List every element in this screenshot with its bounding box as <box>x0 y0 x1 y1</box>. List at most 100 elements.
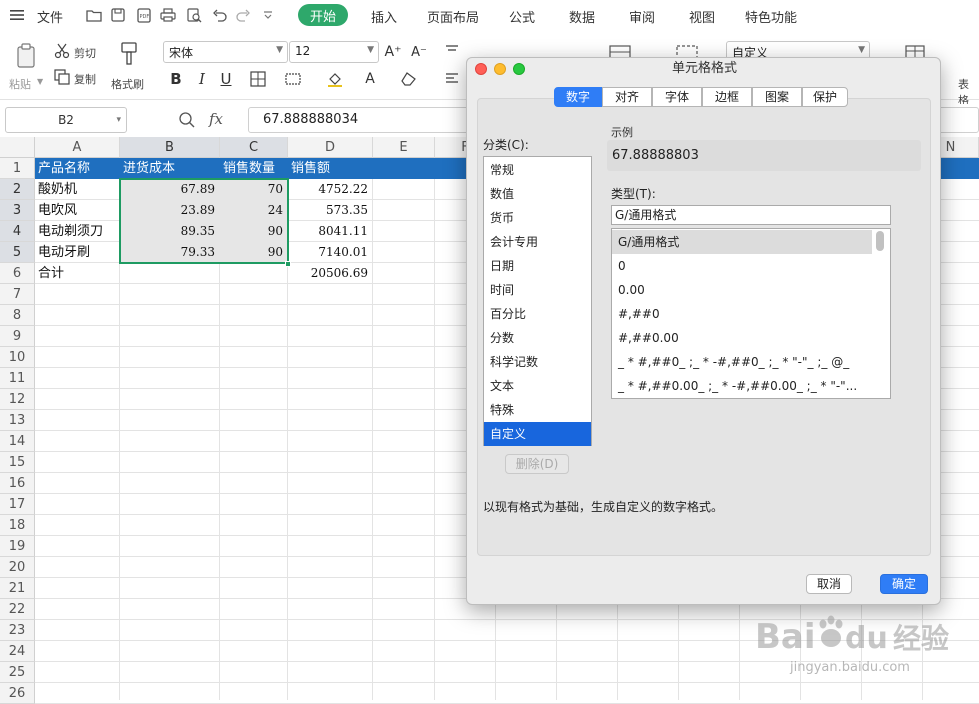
category-item[interactable]: 货币 <box>484 206 591 230</box>
cancel-button[interactable]: 取消 <box>806 574 852 594</box>
decrease-font-icon[interactable]: A⁻ <box>410 43 428 61</box>
row-header[interactable]: 15 <box>0 452 35 473</box>
total-value-cell[interactable]: 20506.69 <box>288 263 373 284</box>
type-list[interactable]: G/通用格式 0 0.00 #,##0 #,##0.00 _ * #,##0_ … <box>611 228 891 399</box>
header-cell[interactable]: 产品名称 <box>38 158 120 179</box>
row-header[interactable]: 9 <box>0 326 35 347</box>
paste-label[interactable]: 粘贴 <box>9 76 31 92</box>
cut-button[interactable]: 剪切 <box>74 45 96 61</box>
numeric-cell[interactable]: 8041.11 <box>288 221 373 242</box>
category-list[interactable]: 常规 数值 货币 会计专用 日期 时间 百分比 分数 科学记数 文本 特殊 自定… <box>483 156 592 446</box>
dialog-tab-font[interactable]: 字体 <box>652 87 702 107</box>
category-item[interactable]: 科学记数 <box>484 350 591 374</box>
row-header[interactable]: 16 <box>0 473 35 494</box>
product-name-cell[interactable]: 电动牙刷 <box>38 242 120 263</box>
type-option[interactable]: _ * #,##0_ ;_ * -#,##0_ ;_ * "-"_ ;_ @_ <box>612 350 872 374</box>
select-all-corner[interactable] <box>0 137 35 158</box>
row-header[interactable]: 7 <box>0 284 35 305</box>
type-input[interactable]: G/通用格式 <box>611 205 891 225</box>
row-header[interactable]: 17 <box>0 494 35 515</box>
hamburger-icon[interactable] <box>10 7 24 23</box>
row-header[interactable]: 25 <box>0 662 35 683</box>
row-header[interactable]: 26 <box>0 683 35 704</box>
type-option[interactable]: G/通用格式 <box>612 230 872 254</box>
column-header[interactable]: E <box>373 137 435 158</box>
font-color-icon[interactable]: A <box>360 70 380 88</box>
dialog-tab-pattern[interactable]: 图案 <box>752 87 802 107</box>
tab-review[interactable]: 审阅 <box>629 7 655 26</box>
numeric-cell[interactable]: 7140.01 <box>288 242 373 263</box>
type-option[interactable]: 0 <box>612 254 872 278</box>
row-header[interactable]: 10 <box>0 347 35 368</box>
tab-page-layout[interactable]: 页面布局 <box>427 7 479 26</box>
row-header[interactable]: 19 <box>0 536 35 557</box>
underline-icon[interactable]: U <box>217 70 235 88</box>
paste-dropdown-icon[interactable]: ▼ <box>37 77 43 86</box>
type-list-scrollbar[interactable] <box>876 231 884 251</box>
category-item[interactable]: 常规 <box>484 158 591 182</box>
name-box[interactable]: B2 ▾ <box>5 107 127 133</box>
category-item[interactable]: 特殊 <box>484 398 591 422</box>
product-name-cell[interactable]: 电动剃须刀 <box>38 221 120 242</box>
category-item[interactable]: 日期 <box>484 254 591 278</box>
italic-icon[interactable]: I <box>193 70 211 88</box>
copy-button[interactable]: 复制 <box>74 71 96 87</box>
delete-format-button[interactable]: 删除(D) <box>505 454 569 474</box>
type-option[interactable]: _ * #,##0.00_ ;_ * -#,##0.00_ ;_ * "-"..… <box>612 374 872 398</box>
row-header[interactable]: 20 <box>0 557 35 578</box>
function-fx-icon[interactable]: fx <box>209 110 223 128</box>
fill-color-icon[interactable] <box>325 70 345 88</box>
format-painter-icon[interactable] <box>117 40 141 70</box>
paste-icon[interactable] <box>14 42 40 70</box>
increase-font-icon[interactable]: A⁺ <box>384 43 402 61</box>
row-header[interactable]: 22 <box>0 599 35 620</box>
maximize-window-icon[interactable] <box>513 63 525 75</box>
row-header[interactable]: 13 <box>0 410 35 431</box>
dialog-tab-alignment[interactable]: 对齐 <box>602 87 652 107</box>
product-name-cell[interactable]: 电吹风 <box>38 200 120 221</box>
export-pdf-icon[interactable]: PDF <box>136 7 152 23</box>
header-cell[interactable]: 销售额 <box>291 158 373 179</box>
print-preview-icon[interactable] <box>186 7 202 23</box>
save-icon[interactable] <box>110 7 126 23</box>
type-option[interactable]: #,##0.00 <box>612 326 872 350</box>
copy-icon[interactable] <box>53 69 71 85</box>
category-item[interactable]: 百分比 <box>484 302 591 326</box>
row-header[interactable]: 3 <box>0 200 35 221</box>
row-header[interactable]: 6 <box>0 263 35 284</box>
menu-file[interactable]: 文件 <box>37 7 63 26</box>
row-header[interactable]: 14 <box>0 431 35 452</box>
font-size-select[interactable]: 12 ▼ <box>289 41 379 63</box>
category-item[interactable]: 文本 <box>484 374 591 398</box>
format-painter-button[interactable]: 格式刷 <box>111 76 144 92</box>
total-label-cell[interactable]: 合计 <box>38 263 118 284</box>
dialog-tab-number[interactable]: 数字 <box>554 87 602 107</box>
tab-special-features[interactable]: 特色功能 <box>745 7 797 26</box>
category-item[interactable]: 会计专用 <box>484 230 591 254</box>
cell-style-icon[interactable] <box>283 70 303 88</box>
row-header[interactable]: 23 <box>0 620 35 641</box>
open-folder-icon[interactable] <box>86 7 102 23</box>
dialog-tab-protection[interactable]: 保护 <box>802 87 848 107</box>
column-header[interactable]: C <box>220 137 288 158</box>
category-item[interactable]: 数值 <box>484 182 591 206</box>
column-header[interactable]: A <box>35 137 120 158</box>
font-name-select[interactable]: 宋体 ▼ <box>163 41 288 63</box>
fill-handle[interactable] <box>285 261 291 267</box>
row-header[interactable]: 1 <box>0 158 35 179</box>
header-cell[interactable]: 销售数量 <box>223 158 288 179</box>
type-option[interactable]: #,##0 <box>612 302 872 326</box>
dialog-tab-border[interactable]: 边框 <box>702 87 752 107</box>
zoom-search-icon[interactable] <box>178 111 196 129</box>
category-item[interactable]: 时间 <box>484 278 591 302</box>
row-header[interactable]: 2 <box>0 179 35 200</box>
category-item-selected[interactable]: 自定义 <box>484 422 591 446</box>
tab-formulas[interactable]: 公式 <box>509 7 535 26</box>
customize-quick-access-icon[interactable] <box>260 7 276 23</box>
row-header[interactable]: 4 <box>0 221 35 242</box>
tab-home[interactable]: 开始 <box>298 4 348 26</box>
align-left-icon[interactable] <box>443 70 461 86</box>
ok-button[interactable]: 确定 <box>880 574 928 594</box>
row-header[interactable]: 8 <box>0 305 35 326</box>
row-header[interactable]: 5 <box>0 242 35 263</box>
